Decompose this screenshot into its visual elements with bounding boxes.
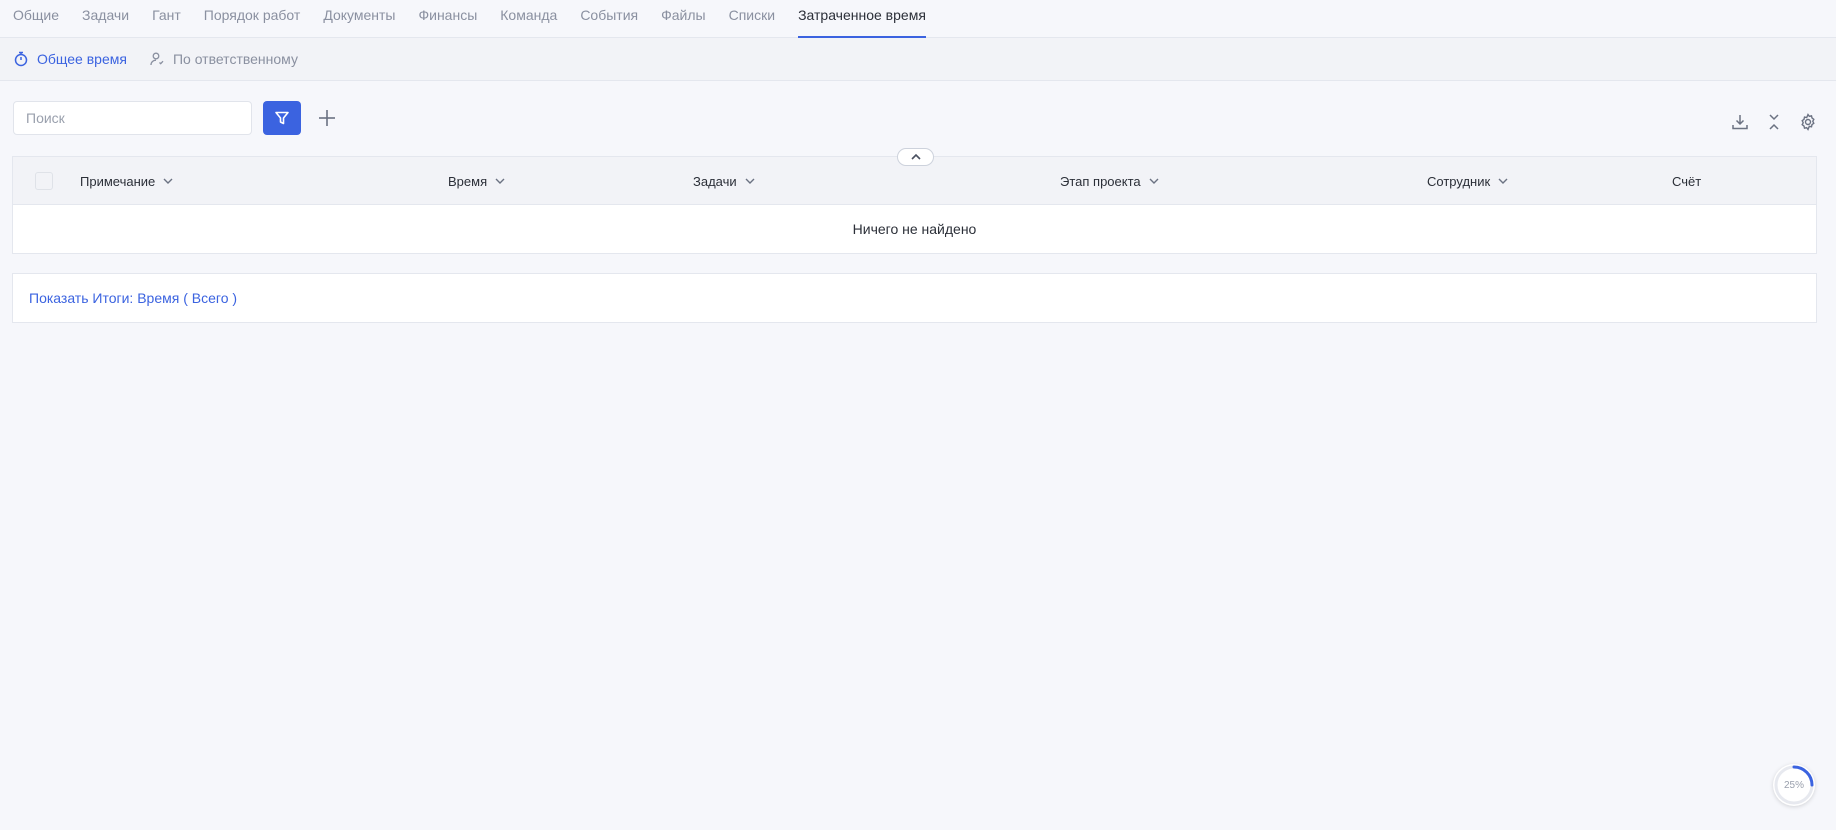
progress-indicator[interactable]: 25% (1773, 764, 1815, 806)
column-note-label: Примечание (80, 173, 156, 189)
chevron-down-icon (163, 178, 173, 184)
table-tools (1730, 112, 1818, 132)
totals-panel: Показать Итоги: Время ( Всего ) (12, 273, 1817, 323)
tab-documents[interactable]: Документы (323, 0, 395, 37)
subtab-total-time-label: Общее время (37, 51, 127, 67)
column-time-label: Время (448, 173, 488, 189)
column-employee-label: Сотрудник (1427, 173, 1491, 189)
tab-events[interactable]: События (580, 0, 638, 37)
column-project-stage[interactable]: Этап проекта (1060, 157, 1159, 205)
chevron-up-icon (910, 153, 922, 161)
filter-icon (274, 110, 290, 126)
column-employee[interactable]: Сотрудник (1427, 157, 1508, 205)
tab-time-spent[interactable]: Затраченное время (798, 0, 926, 38)
column-invoice[interactable]: Счёт (1672, 157, 1701, 205)
empty-state-text: Ничего не найдено (852, 221, 977, 237)
collapse-icon[interactable] (1764, 112, 1784, 132)
chevron-down-icon (1149, 178, 1159, 184)
collapse-toolbar-toggle[interactable] (897, 148, 934, 166)
time-entries-table: Примечание Время Задачи Этап проекта Сот… (12, 156, 1817, 254)
column-note[interactable]: Примечание (80, 157, 173, 205)
show-totals-link[interactable]: Показать Итоги: Время ( Всего ) (29, 290, 237, 306)
stopwatch-icon (13, 51, 29, 67)
filter-button[interactable] (263, 101, 301, 135)
column-invoice-label: Счёт (1672, 173, 1702, 189)
project-tabs: Общие Задачи Гант Порядок работ Документ… (0, 0, 1836, 38)
tab-general[interactable]: Общие (13, 0, 59, 37)
time-view-subtabs: Общее время По ответственному (0, 38, 1836, 81)
column-time[interactable]: Время (448, 157, 505, 205)
column-tasks[interactable]: Задачи (693, 157, 755, 205)
tab-work-order[interactable]: Порядок работ (204, 0, 301, 37)
tab-finance[interactable]: Финансы (418, 0, 477, 37)
add-button[interactable] (316, 107, 338, 129)
select-all-checkbox[interactable] (35, 172, 53, 190)
column-project-stage-label: Этап проекта (1060, 173, 1141, 189)
plus-icon (318, 109, 336, 127)
search-input[interactable] (13, 101, 252, 135)
user-icon (149, 51, 165, 67)
subtab-by-assignee-label: По ответственному (172, 51, 298, 67)
tab-gantt[interactable]: Гант (152, 0, 181, 37)
gear-icon[interactable] (1798, 112, 1818, 132)
chevron-down-icon (745, 178, 755, 184)
download-icon[interactable] (1730, 112, 1750, 132)
column-tasks-label: Задачи (693, 173, 737, 189)
tab-files[interactable]: Файлы (661, 0, 705, 37)
subtab-total-time[interactable]: Общее время (13, 51, 127, 67)
progress-label: 25% (1783, 779, 1804, 791)
tab-tasks[interactable]: Задачи (82, 0, 129, 37)
subtab-by-assignee[interactable]: По ответственному (149, 51, 298, 67)
tab-lists[interactable]: Списки (729, 0, 775, 37)
chevron-down-icon (495, 178, 505, 184)
tab-team[interactable]: Команда (500, 0, 557, 37)
chevron-down-icon (1498, 178, 1508, 184)
